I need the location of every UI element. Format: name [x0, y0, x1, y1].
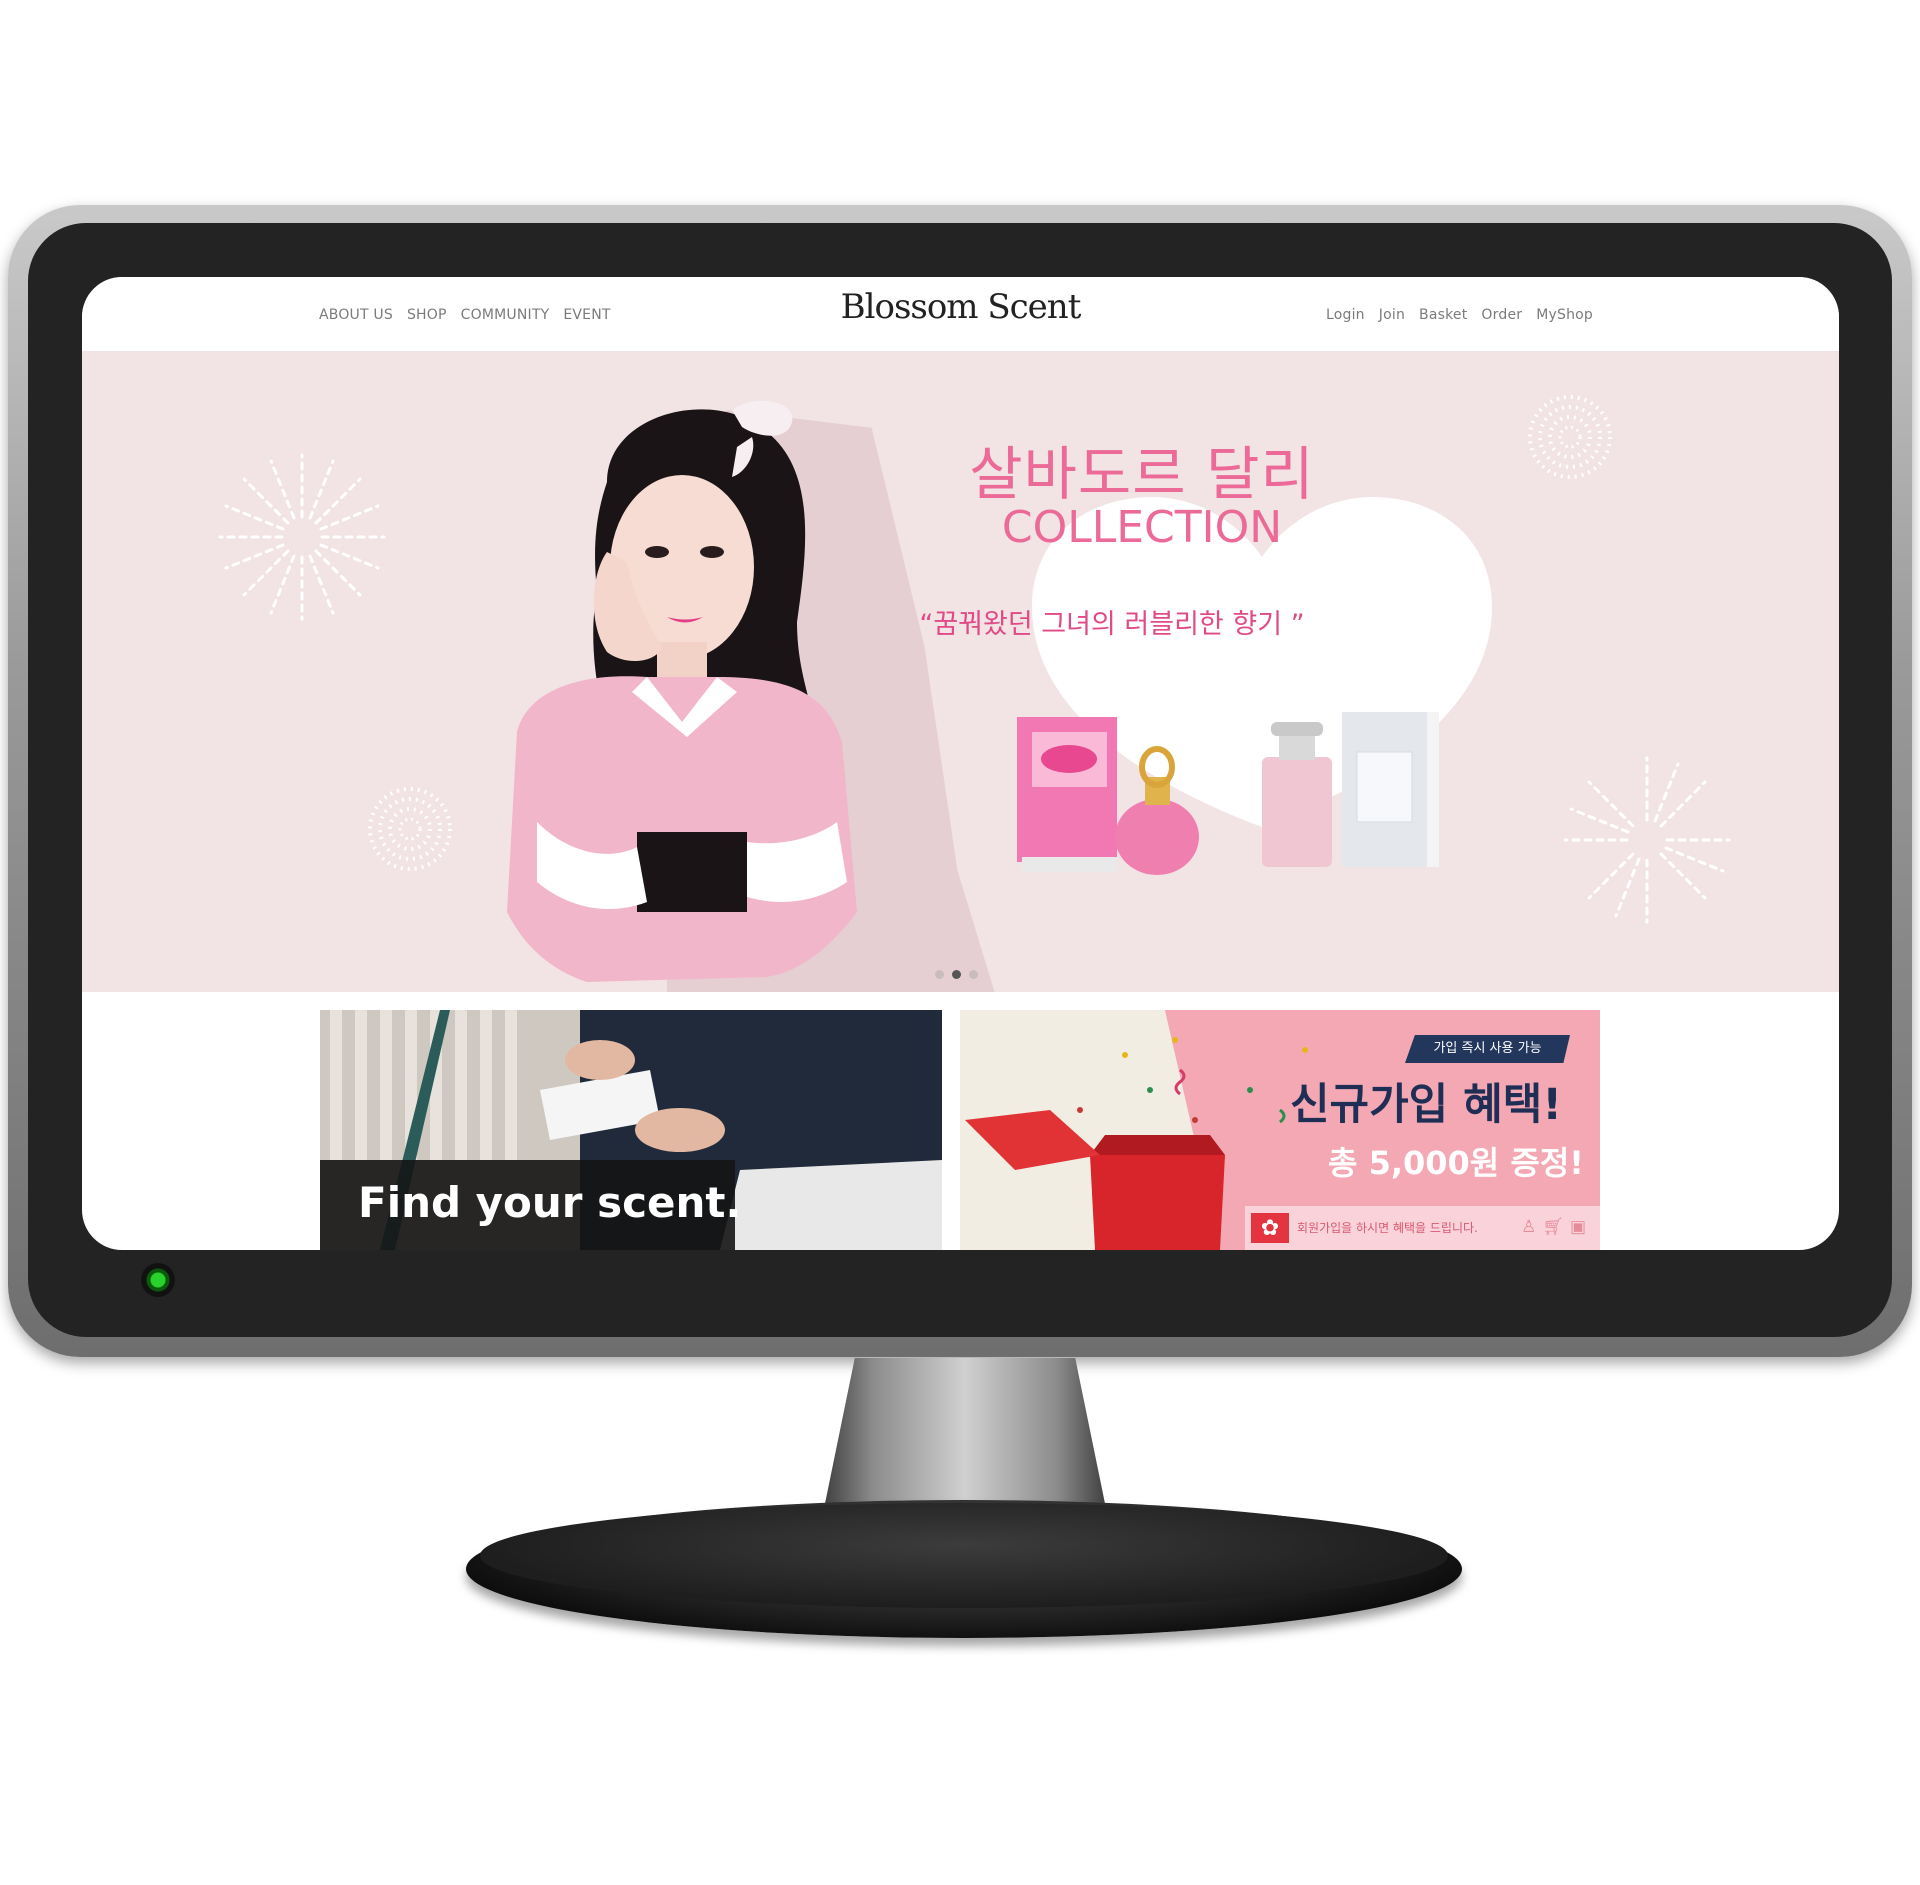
hero-title-english: COLLECTION: [1001, 502, 1283, 553]
slider-dots: [935, 970, 978, 979]
nav-login[interactable]: Login: [1326, 307, 1365, 323]
perfume-products-image[interactable]: [1017, 707, 1467, 932]
power-led-icon: [141, 1263, 175, 1297]
website-screen: ABOUT US SHOP COMMUNITY EVENT Blossom Sc…: [82, 277, 1839, 1250]
firework-icon: [218, 453, 386, 621]
firework-icon: [1563, 756, 1731, 924]
hero-quote: “꿈꿔왔던 그녀의 러블리한 향기 ”: [919, 609, 1305, 640]
hero-slider[interactable]: 살바도르 달리 COLLECTION “꿈꿔왔던 그녀의 러블리한 향기 ”: [82, 352, 1839, 992]
hero-title-korean: 살바도르 달리: [969, 440, 1315, 508]
join-subline: 총 5,000원 증정!: [1328, 1144, 1584, 1182]
account-nav: Login Join Basket Order MyShop: [1326, 307, 1593, 323]
nav-order[interactable]: Order: [1481, 307, 1522, 323]
model-photo: [507, 400, 857, 982]
cart-icon: 🛒︎: [1542, 1217, 1564, 1236]
gift-icon: ▣: [1569, 1217, 1586, 1236]
nav-join[interactable]: Join: [1379, 307, 1405, 323]
join-headline: 신규가입 혜택!: [1290, 1080, 1562, 1130]
nav-myshop[interactable]: MyShop: [1536, 307, 1593, 323]
slider-dot-2[interactable]: [952, 970, 961, 979]
dot-burst-icon: [1528, 395, 1612, 479]
nav-basket[interactable]: Basket: [1419, 307, 1467, 323]
slider-dot-1[interactable]: [935, 970, 944, 979]
find-your-scent-banner[interactable]: Find your scent.: [320, 1010, 942, 1250]
user-icon: ♙: [1521, 1217, 1537, 1236]
monitor-stand-base-top: [480, 1503, 1448, 1608]
join-footer-icons: ♙ 🛒︎ ▣: [1521, 1217, 1586, 1237]
join-footer-bar: ✿ 회원가입을 하시면 혜택을 드립니다. ♙ 🛒︎ ▣: [1245, 1206, 1600, 1250]
find-your-scent-text: Find your scent.: [358, 1178, 742, 1227]
new-member-benefit-banner[interactable]: 가입 즉시 사용 가능 신규가입 혜택! 총 5,000원 증정! ✿ 회원가입…: [960, 1010, 1600, 1250]
dot-burst-icon: [368, 787, 452, 871]
site-header: ABOUT US SHOP COMMUNITY EVENT Blossom Sc…: [82, 277, 1839, 352]
join-instant-use-tag: 가입 즉시 사용 가능: [1405, 1035, 1570, 1063]
join-footer-text: 회원가입을 하시면 혜택을 드립니다.: [1297, 1221, 1478, 1235]
gift-badge-icon: ✿: [1251, 1213, 1289, 1243]
slider-dot-3[interactable]: [969, 970, 978, 979]
